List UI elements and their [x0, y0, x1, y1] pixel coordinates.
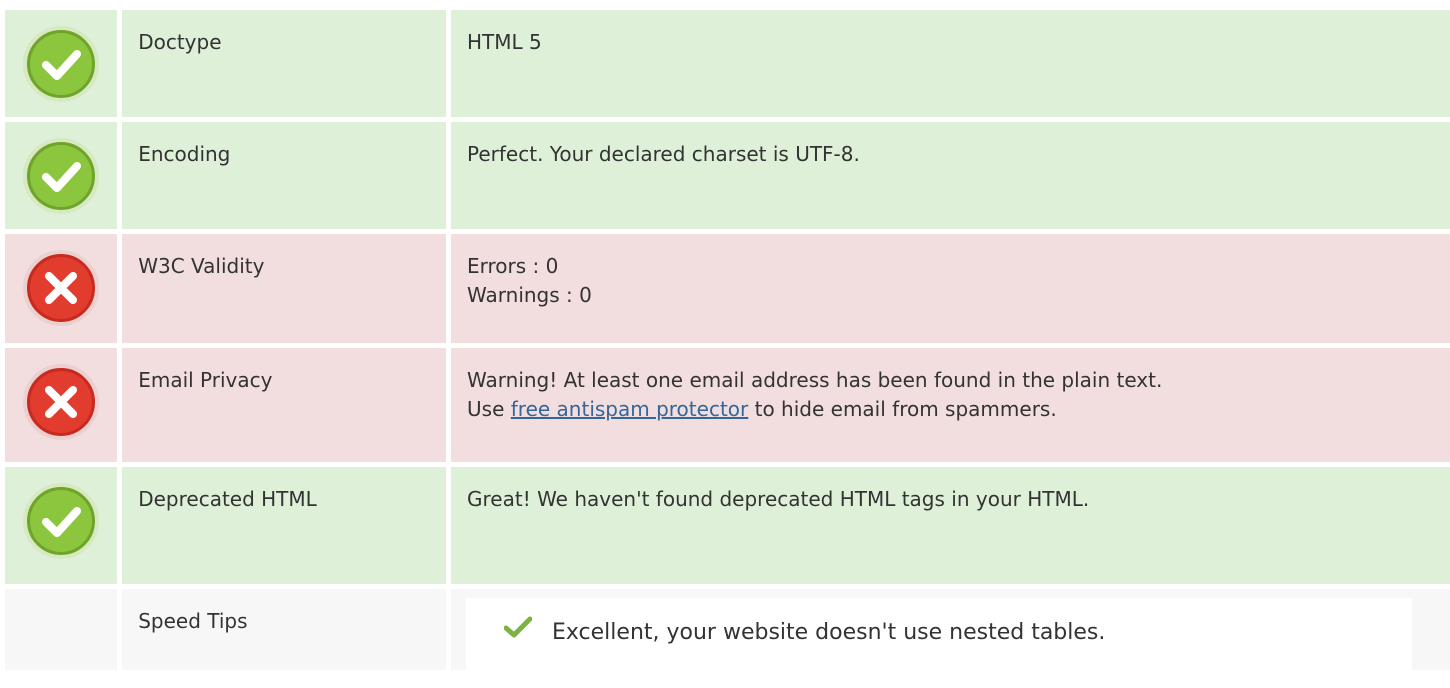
status-cell: [5, 467, 118, 584]
status-cell: [5, 589, 118, 670]
row-label: Speed Tips: [122, 589, 447, 670]
row-value: HTML 5: [451, 10, 1450, 117]
status-cell: [5, 122, 118, 229]
status-cell: [5, 10, 118, 117]
result-row-email-privacy: Email Privacy Warning! At least one emai…: [5, 348, 1450, 467]
row-value: Warning! At least one email address has …: [451, 348, 1450, 462]
error-circle-icon: [23, 364, 100, 440]
row-value: Perfect. Your declared charset is UTF-8.: [451, 122, 1450, 229]
result-row-w3c-validity: W3C Validity Errors : 0 Warnings : 0: [5, 234, 1450, 348]
value-line: Perfect. Your declared charset is UTF-8.: [467, 142, 860, 166]
antispam-protector-link[interactable]: free antispam protector: [511, 397, 749, 421]
value-line: Errors : 0: [467, 254, 559, 278]
status-cell: [5, 234, 118, 343]
check-circle-icon: [23, 26, 100, 102]
value-text: to hide email from spammers.: [748, 397, 1057, 421]
value-text: Use: [467, 397, 511, 421]
results-table: Doctype HTML 5 Encoding Perfect. Your de…: [5, 10, 1450, 688]
error-circle-icon: [23, 250, 100, 326]
value-line: HTML 5: [467, 30, 542, 54]
row-value: Excellent, your website doesn't use nest…: [451, 589, 1450, 688]
value-line: Warnings : 0: [467, 283, 592, 307]
check-circle-icon: [23, 138, 100, 214]
row-value: Great! We haven't found deprecated HTML …: [451, 467, 1450, 584]
result-row-encoding: Encoding Perfect. Your declared charset …: [5, 122, 1450, 234]
row-label: Doctype: [122, 10, 447, 117]
row-label: Encoding: [122, 122, 447, 229]
checkmark-icon: [504, 616, 533, 638]
value-line: Great! We haven't found deprecated HTML …: [467, 487, 1090, 511]
result-row-doctype: Doctype HTML 5: [5, 10, 1450, 122]
result-row-deprecated-html: Deprecated HTML Great! We haven't found …: [5, 467, 1450, 589]
speed-tip-text: Excellent, your website doesn't use nest…: [552, 620, 1106, 645]
status-cell: [5, 348, 118, 462]
row-label: Email Privacy: [122, 348, 447, 462]
result-row-speed-tips: Speed Tips Excellent, your website doesn…: [5, 589, 1450, 688]
row-label: W3C Validity: [122, 234, 447, 343]
row-value: Errors : 0 Warnings : 0: [451, 234, 1450, 343]
value-line: Use free antispam protector to hide emai…: [467, 395, 1450, 424]
check-circle-icon: [23, 483, 100, 559]
value-line: Warning! At least one email address has …: [467, 368, 1163, 392]
speed-tips-list: Excellent, your website doesn't use nest…: [466, 598, 1413, 688]
row-label: Deprecated HTML: [122, 467, 447, 584]
